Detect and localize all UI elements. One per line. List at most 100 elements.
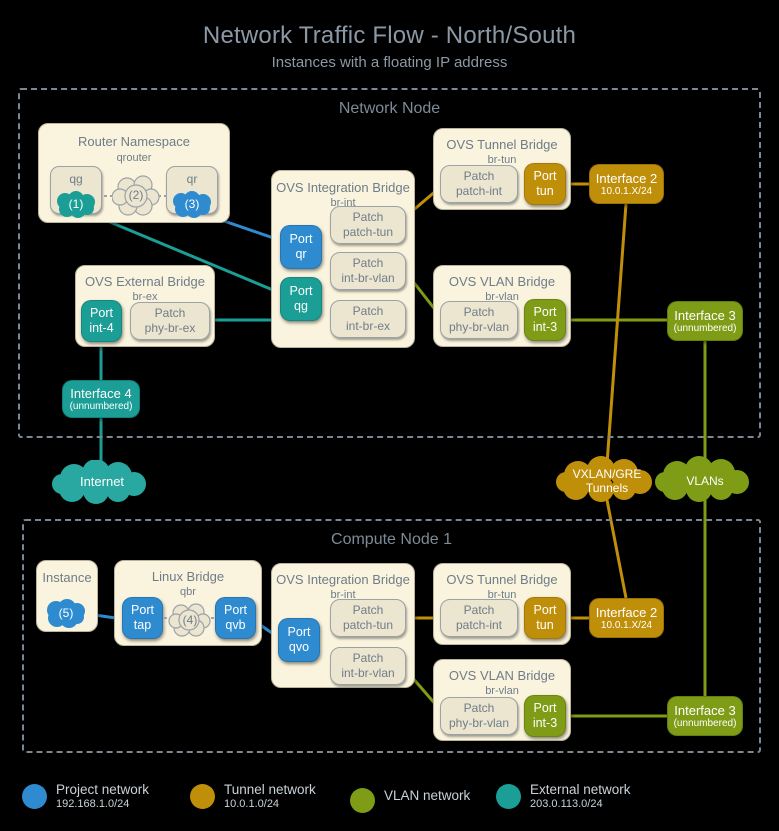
port-line2: int-3 — [532, 320, 558, 334]
comp-br-tun-port-tun[interactable]: Port tun — [524, 597, 566, 639]
port-line1: Port — [289, 231, 313, 246]
patch-line2: patch-int — [455, 184, 503, 198]
patch-line1: Patch — [463, 701, 495, 715]
net-br-int-port-qr[interactable]: Port qr — [280, 225, 322, 269]
legend-dot-tunnel — [190, 784, 215, 809]
patch-line1: Patch — [352, 651, 384, 665]
comp-br-vlan-port-int3[interactable]: Port int-3 — [524, 695, 566, 737]
namespace-middle-cloud: (2) — [111, 172, 160, 218]
port-line2: qg — [294, 299, 308, 313]
comp-br-vlan-title: OVS VLAN Bridge — [448, 668, 556, 683]
comp-interface-3[interactable]: Interface 3 (unnumbered) — [667, 696, 743, 736]
vxlan-cloud-line2: Tunnels — [585, 481, 629, 495]
port-line2: qvb — [225, 618, 246, 632]
comp-interface-2[interactable]: Interface 2 10.0.1.X/24 — [589, 598, 664, 638]
port-line2: int-3 — [532, 716, 558, 730]
vxlan-gre-tunnels-cloud: VXLAN/GRE Tunnels — [556, 456, 658, 504]
port-line2: tun — [536, 184, 554, 198]
legend-label-tunnel: Tunnel network — [224, 782, 316, 797]
internet-cloud-label: Internet — [79, 474, 125, 489]
patch-line2: phy-br-ex — [144, 321, 196, 335]
port-line1: Port — [533, 700, 557, 715]
net-br-int-title: OVS Integration Bridge — [276, 180, 410, 195]
port-line1: Port — [90, 305, 113, 320]
network-node-label: Network Node — [338, 100, 441, 117]
legend-dot-vlan — [350, 788, 375, 813]
net-interface-2[interactable]: Interface 2 10.0.1.X/24 — [589, 164, 664, 204]
port-line2: int-4 — [89, 321, 114, 335]
net-br-ex-port-int4[interactable]: Port int-4 — [81, 300, 122, 342]
comp-br-int-patch-patch-tun[interactable]: Patch patch-tun — [330, 599, 406, 637]
comp-br-vlan-patch-phy-br-vlan[interactable]: Patch phy-br-vlan — [440, 697, 518, 735]
net-interface-4[interactable]: Interface 4 (unnumbered) — [62, 380, 140, 418]
page-title: Network Traffic Flow - North/South — [202, 22, 577, 49]
port-line2: tun — [536, 618, 554, 632]
patch-line2: int-br-vlan — [341, 271, 395, 285]
port-line2: tap — [133, 618, 152, 632]
net-br-int-patch-int-br-ex[interactable]: Patch int-br-ex — [330, 300, 406, 338]
comp-br-tun-patch-patch-int[interactable]: Patch patch-int — [440, 599, 518, 637]
iface-name: Interface 3 — [674, 703, 736, 718]
port-line2: qr — [295, 247, 307, 261]
net-br-vlan-port-int3[interactable]: Port int-3 — [524, 299, 566, 341]
comp-br-int-title: OVS Integration Bridge — [276, 572, 410, 587]
net-br-tun-patch-patch-int[interactable]: Patch patch-int — [440, 165, 518, 203]
port-line1: Port — [533, 304, 557, 319]
qg-step-label: (1) — [68, 197, 84, 211]
patch-line1: Patch — [463, 603, 495, 617]
instance-step-label: (5) — [58, 606, 74, 620]
net-br-tun-title: OVS Tunnel Bridge — [446, 137, 558, 152]
patch-line1: Patch — [463, 169, 495, 183]
patch-line2: int-br-ex — [345, 319, 390, 333]
iface-detail: 10.0.1.X/24 — [600, 620, 653, 631]
patch-line2: phy-br-vlan — [448, 716, 510, 730]
net-br-ex-patch-phy-br-ex[interactable]: Patch phy-br-ex — [130, 302, 210, 340]
linux-bridge-middle-cloud-step: (4) — [182, 613, 198, 627]
linux-bridge-title: Linux Bridge — [151, 569, 225, 584]
legend-label-project: Project network — [56, 782, 150, 797]
patch-line1: Patch — [352, 603, 384, 617]
qg-label: qg — [69, 172, 83, 186]
diagram-canvas: Network Traffic Flow - North/South Insta… — [0, 0, 779, 831]
internet-cloud: Internet — [52, 459, 152, 504]
linux-bridge-middle-cloud: (4) — [168, 600, 212, 638]
qr-step-label: (3) — [184, 197, 200, 211]
port-line2: qvo — [288, 640, 310, 654]
instance-step-cloud: (5) — [44, 598, 88, 628]
compute-node-label: Compute Node 1 — [331, 531, 452, 548]
linux-bridge-port-qvb[interactable]: Port qvb — [215, 597, 256, 639]
linux-bridge-port-tap[interactable]: Port tap — [122, 597, 163, 639]
iface-name: Interface 3 — [674, 308, 736, 323]
patch-line1: Patch — [352, 210, 384, 224]
comp-br-int-patch-int-br-vlan[interactable]: Patch int-br-vlan — [330, 647, 406, 685]
patch-line2: patch-tun — [342, 618, 394, 632]
comp-br-int-port-qvo[interactable]: Port qvo — [278, 618, 320, 662]
iface-name: Interface 4 — [70, 386, 132, 401]
legend-subnet-project: 192.168.1.0/24 — [56, 798, 130, 810]
vxlan-cloud-line1: VXLAN/GRE — [572, 467, 642, 481]
legend-dot-project — [22, 784, 47, 809]
instance-title: Instance — [42, 570, 92, 585]
net-interface-3[interactable]: Interface 3 (unnumbered) — [667, 301, 743, 341]
port-line1: Port — [533, 602, 557, 617]
port-line1: Port — [224, 602, 247, 617]
net-br-int-port-qg[interactable]: Port qg — [280, 277, 322, 321]
legend-subnet-tunnel: 10.0.1.0/24 — [224, 798, 280, 810]
iface-name: Interface 2 — [595, 171, 658, 186]
patch-line1: Patch — [463, 305, 495, 319]
net-br-int-patch-patch-tun[interactable]: Patch patch-tun — [330, 206, 406, 244]
patch-line1: Patch — [352, 304, 384, 318]
port-line1: Port — [287, 624, 311, 639]
net-br-vlan-patch-phy-br-vlan[interactable]: Patch phy-br-vlan — [440, 301, 518, 339]
net-br-vlan-title: OVS VLAN Bridge — [448, 274, 556, 289]
legend: Project network 192.168.1.0/24 Tunnel ne… — [0, 778, 779, 828]
router-namespace-title: Router Namespace — [78, 134, 190, 149]
qr-label: qr — [186, 172, 198, 186]
net-br-tun-port-tun[interactable]: Port tun — [524, 163, 566, 205]
legend-dot-external — [496, 784, 521, 809]
page-subtitle: Instances with a floating IP address — [271, 54, 508, 71]
vlans-cloud: VLANs — [655, 456, 755, 504]
net-br-int-patch-int-br-vlan[interactable]: Patch int-br-vlan — [330, 252, 406, 290]
patch-line1: Patch — [352, 256, 384, 270]
router-namespace-subtitle: qrouter — [116, 152, 152, 164]
